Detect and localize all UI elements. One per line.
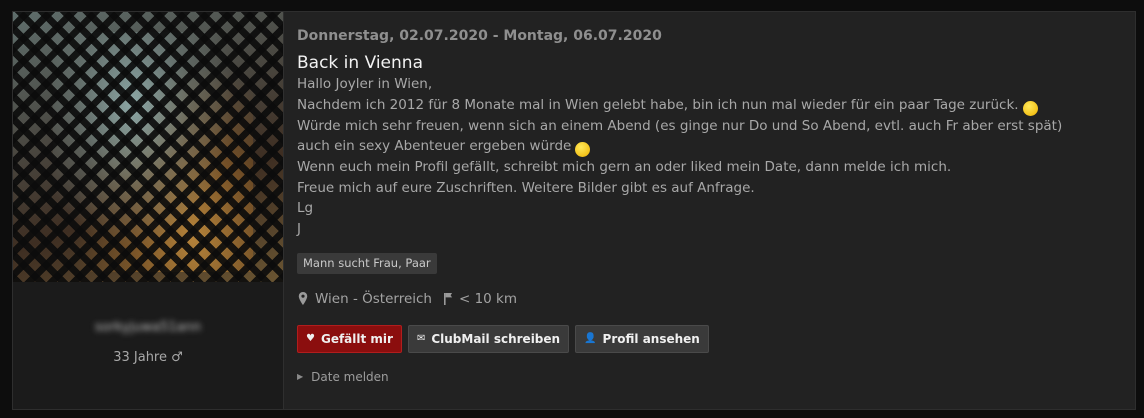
distance-flag-icon [443,293,453,306]
chevron-right-icon: ▶ [297,372,304,382]
distance-text: < 10 km [458,290,518,307]
profile-column: sorkyjuwa51ann 33 Jahre ♂ [13,12,284,409]
body-line: Hallo Joyler in Wien, [297,76,433,92]
body-line: Freue mich auf eure Zuschriften. Weitere… [297,179,755,196]
heart-icon: ♥ [306,333,315,345]
body-line: auch ein sexy Abenteuer ergeben würde☺ [297,136,1117,158]
user-icon: 👤 [584,333,597,345]
profile-photo[interactable] [13,12,283,282]
body-line: Wenn euch mein Profil gefällt, schreibt … [297,159,952,176]
date-description: Hallo Joyler in Wien, Nachdem ich 2012 f… [297,74,1117,240]
body-line: Lg [297,200,314,217]
wink-emoticon-icon: ☺ [575,142,591,158]
body-line: J [297,220,301,237]
map-pin-icon [298,292,308,306]
clubmail-button[interactable]: ✉ ClubMail schreiben [407,324,570,353]
body-line: Nachdem ich 2012 für 8 Monate mal in Wie… [297,95,1117,116]
username[interactable]: sorkyjuwa51ann [13,320,283,335]
date-card: sorkyjuwa51ann 33 Jahre ♂ Donnerstag, 02… [12,11,1136,410]
date-title: Back in Vienna [297,53,423,73]
category-tag: Mann sucht Frau, Paar [297,252,437,274]
view-profile-button[interactable]: 👤 Profil ansehen [575,324,709,353]
date-range: Donnerstag, 02.07.2020 - Montag, 06.07.2… [297,28,662,44]
envelope-icon: ✉ [416,333,426,345]
location-row: Wien - Österreich < 10 km [297,289,1117,309]
age-gender: 33 Jahre ♂ [113,350,183,365]
smile-emoticon-icon: ☺ [1022,100,1038,116]
date-details: Donnerstag, 02.07.2020 - Montag, 06.07.2… [297,26,1117,384]
body-line: Würde mich sehr freuen, wenn sich an ein… [297,117,1063,134]
location-text: Wien - Österreich [315,290,432,307]
report-date-link[interactable]: ▶ Date melden [297,370,1117,384]
like-button[interactable]: ♥ Gefällt mir [297,324,402,353]
action-buttons: ♥ Gefällt mir ✉ ClubMail schreiben 👤 Pro… [297,324,1117,353]
